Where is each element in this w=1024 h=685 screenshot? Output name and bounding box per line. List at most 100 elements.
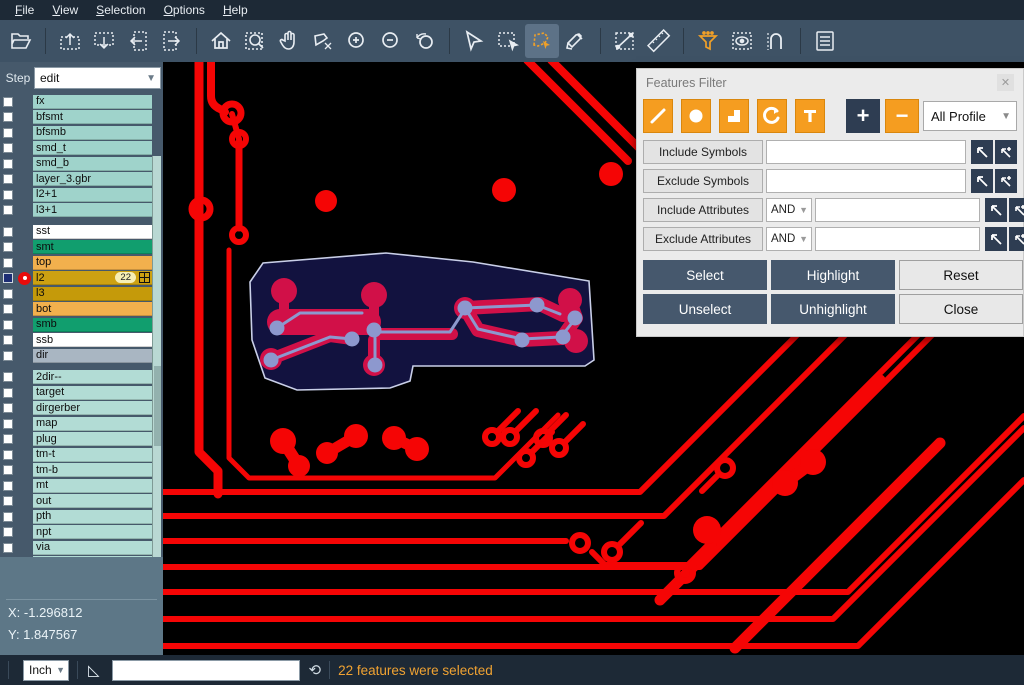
layer-name[interactable]: smd_t (33, 141, 152, 155)
layer-checkbox[interactable] (0, 128, 16, 138)
move-left-icon[interactable] (121, 24, 155, 58)
layer-name[interactable]: dirgerber (33, 401, 152, 415)
filter-pad-button[interactable] (681, 99, 711, 133)
layer-name[interactable]: plug (33, 432, 152, 446)
dialog-titlebar[interactable]: Features Filter ✕ (637, 69, 1023, 96)
layer-checkbox[interactable] (0, 450, 16, 460)
layer-row-2dir--[interactable]: 2dir-- (0, 370, 163, 386)
features-filter-icon[interactable] (691, 24, 725, 58)
unhighlight-button[interactable]: Unhighlight (771, 294, 895, 324)
layer-row-smd_t[interactable]: smd_t (0, 141, 163, 157)
layer-row-layer_3.gbr[interactable]: layer_3.gbr (0, 172, 163, 188)
layer-name[interactable]: 2dir-- (33, 370, 152, 384)
layer-row-ssb[interactable]: ssb (0, 333, 163, 349)
open-file-icon[interactable] (4, 24, 38, 58)
layer-checkbox[interactable] (0, 190, 16, 200)
layer-row-l3+1[interactable]: l3+1 (0, 203, 163, 219)
exclude-attributes-operator-select[interactable]: AND ▼ (766, 227, 812, 251)
layer-name[interactable]: bfsmt (33, 110, 152, 124)
include-attributes-input[interactable] (815, 198, 980, 222)
layer-name[interactable]: via (33, 541, 152, 555)
units-select[interactable]: Inch ▼ (23, 660, 69, 681)
menu-help[interactable]: Help (214, 1, 257, 19)
select-button[interactable]: Select (643, 260, 767, 290)
layer-row-bfsmt[interactable]: bfsmt (0, 110, 163, 126)
menu-view[interactable]: View (43, 1, 87, 19)
pick-attribute-add-icon[interactable] (1009, 198, 1024, 222)
layer-row-smd_b[interactable]: smd_b (0, 156, 163, 172)
pick-attribute-icon[interactable] (985, 227, 1007, 251)
layer-row-via[interactable]: via (0, 540, 163, 556)
angle-measure-icon[interactable]: ◺ (88, 661, 100, 679)
layer-checkbox[interactable] (0, 351, 16, 361)
include-symbols-button[interactable]: Include Symbols (643, 140, 763, 164)
layer-name[interactable]: tm-b (33, 463, 152, 477)
layer-checkbox[interactable] (0, 320, 16, 330)
layer-row-bfsmb[interactable]: bfsmb (0, 125, 163, 141)
pick-symbol-add-icon[interactable] (995, 169, 1017, 193)
scrollbar-thumb[interactable] (154, 366, 161, 446)
layer-name[interactable]: dir (33, 349, 152, 363)
layer-checkbox[interactable] (0, 289, 16, 299)
filter-arc-button[interactable] (757, 99, 787, 133)
zoom-previous-icon[interactable] (408, 24, 442, 58)
exclude-symbols-input[interactable] (766, 169, 966, 193)
layer-checkbox[interactable] (0, 403, 16, 413)
layer-row-target[interactable]: target (0, 385, 163, 401)
layer-checkbox[interactable] (0, 242, 16, 252)
zoom-in-icon[interactable] (340, 24, 374, 58)
pan-hand-icon[interactable] (272, 24, 306, 58)
include-attributes-button[interactable]: Include Attributes (643, 198, 763, 222)
grid-icon[interactable] (139, 272, 150, 283)
zoom-polygon-icon[interactable] (306, 24, 340, 58)
layer-row-l2+1[interactable]: l2+1 (0, 187, 163, 203)
view-options-icon[interactable] (725, 24, 759, 58)
include-attributes-operator-select[interactable]: AND ▼ (766, 198, 812, 222)
layer-row-fx[interactable]: fx (0, 94, 163, 110)
layer-name[interactable]: out (33, 494, 152, 508)
pick-symbol-icon[interactable] (971, 169, 993, 193)
layer-checkbox[interactable] (0, 419, 16, 429)
layer-checkbox[interactable] (0, 143, 16, 153)
layer-checkbox[interactable] (0, 227, 16, 237)
layer-checkbox[interactable] (0, 97, 16, 107)
pick-attribute-icon[interactable] (985, 198, 1007, 222)
filter-remove-button[interactable]: − (885, 99, 919, 133)
layer-name[interactable]: tm-t (33, 448, 152, 462)
layer-checkbox[interactable] (0, 304, 16, 314)
layer-name[interactable]: l3+1 (33, 203, 152, 217)
layer-row-smb[interactable]: smb (0, 317, 163, 333)
layer-name[interactable]: pth (33, 510, 152, 524)
layer-name[interactable]: target (33, 386, 152, 400)
pick-symbol-add-icon[interactable] (995, 140, 1017, 164)
pick-symbol-icon[interactable] (971, 140, 993, 164)
layer-name[interactable]: npt (33, 525, 152, 539)
layer-checkbox[interactable] (0, 543, 16, 553)
filter-line-button[interactable] (643, 99, 673, 133)
layer-row-dir[interactable]: dir (0, 348, 163, 364)
layer-checkbox[interactable] (0, 273, 16, 283)
command-input[interactable] (112, 660, 300, 681)
layer-row-out[interactable]: out (0, 494, 163, 510)
layer-name[interactable]: smb (33, 318, 152, 332)
layer-checkbox[interactable] (0, 512, 16, 522)
rect-select-icon[interactable] (491, 24, 525, 58)
reset-button[interactable]: Reset (899, 260, 1023, 290)
filter-text-button[interactable] (795, 99, 825, 133)
layer-checkbox[interactable] (0, 496, 16, 506)
layer-checkbox[interactable] (0, 258, 16, 268)
select-cursor-icon[interactable] (457, 24, 491, 58)
layer-checkbox[interactable] (0, 335, 16, 345)
ruler-icon[interactable] (642, 24, 676, 58)
layer-row-l2[interactable]: l222 (0, 271, 163, 287)
menu-options[interactable]: Options (155, 1, 214, 19)
highlight-button[interactable]: Highlight (771, 260, 895, 290)
layer-checkbox[interactable] (0, 434, 16, 444)
layer-row-tm-t[interactable]: tm-t (0, 447, 163, 463)
layer-row-dirgerber[interactable]: dirgerber (0, 401, 163, 417)
exclude-attributes-input[interactable] (815, 227, 980, 251)
move-down-icon[interactable] (87, 24, 121, 58)
measure-line-icon[interactable] (608, 24, 642, 58)
layer-list-icon[interactable] (808, 24, 842, 58)
layer-row-smt[interactable]: smt (0, 240, 163, 256)
